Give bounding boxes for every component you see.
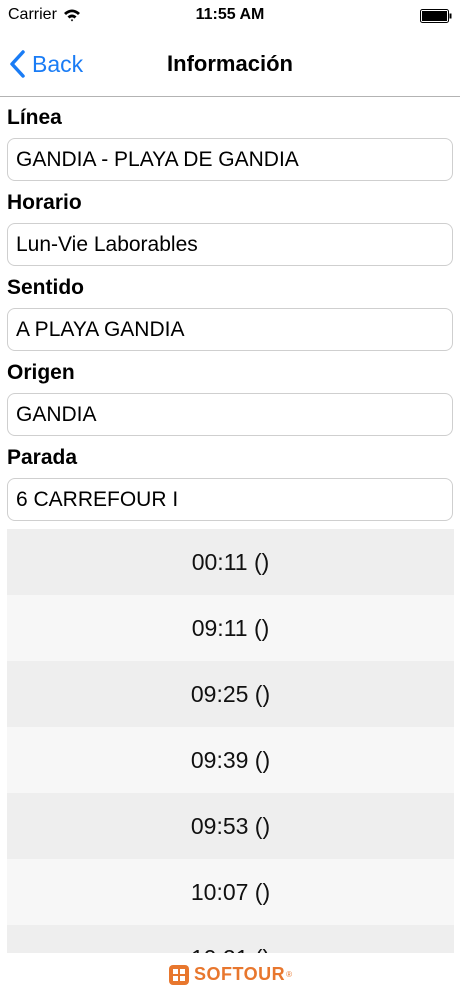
time-row[interactable]: 10:07 () [7, 859, 454, 925]
time-row[interactable]: 09:53 () [7, 793, 454, 859]
registered-mark: ® [286, 970, 293, 979]
logo-wordmark: SOFTOUR [193, 964, 286, 984]
schedule-label: Horario [7, 191, 82, 214]
line-field[interactable]: GANDIA - PLAYA DE GANDIA [7, 138, 453, 181]
schedule-field[interactable]: Lun-Vie Laborables [7, 223, 453, 266]
direction-field[interactable]: A PLAYA GANDIA [7, 308, 453, 351]
origin-field[interactable]: GANDIA [7, 393, 453, 436]
softour-logo: SOFTOUR ® [168, 964, 292, 986]
navigation-bar: Back Información [0, 34, 460, 97]
time-row[interactable]: 09:11 () [7, 595, 454, 661]
battery-icon [420, 9, 452, 23]
time-row[interactable]: 09:25 () [7, 661, 454, 727]
stop-field[interactable]: 6 CARREFOUR I [7, 478, 453, 521]
time-row[interactable]: 10:21 () [7, 925, 454, 953]
status-bar: Carrier 11:55 AM [0, 0, 460, 34]
page-title: Información [167, 51, 293, 76]
stop-label: Parada [7, 446, 78, 469]
direction-label: Sentido [7, 276, 84, 299]
time-row[interactable]: 00:11 () [7, 529, 454, 595]
softour-logo-icon [168, 964, 189, 985]
footer: SOFTOUR ® [0, 953, 460, 996]
time-row[interactable]: 09:39 () [7, 727, 454, 793]
origin-label: Origen [7, 361, 75, 384]
info-form: Línea GANDIA - PLAYA DE GANDIA Horario L… [0, 96, 460, 521]
clock: 11:55 AM [195, 6, 265, 23]
times-list[interactable]: 00:11 () 09:11 () 09:25 () 09:39 () 09:5… [7, 529, 454, 953]
line-label: Línea [7, 106, 62, 129]
